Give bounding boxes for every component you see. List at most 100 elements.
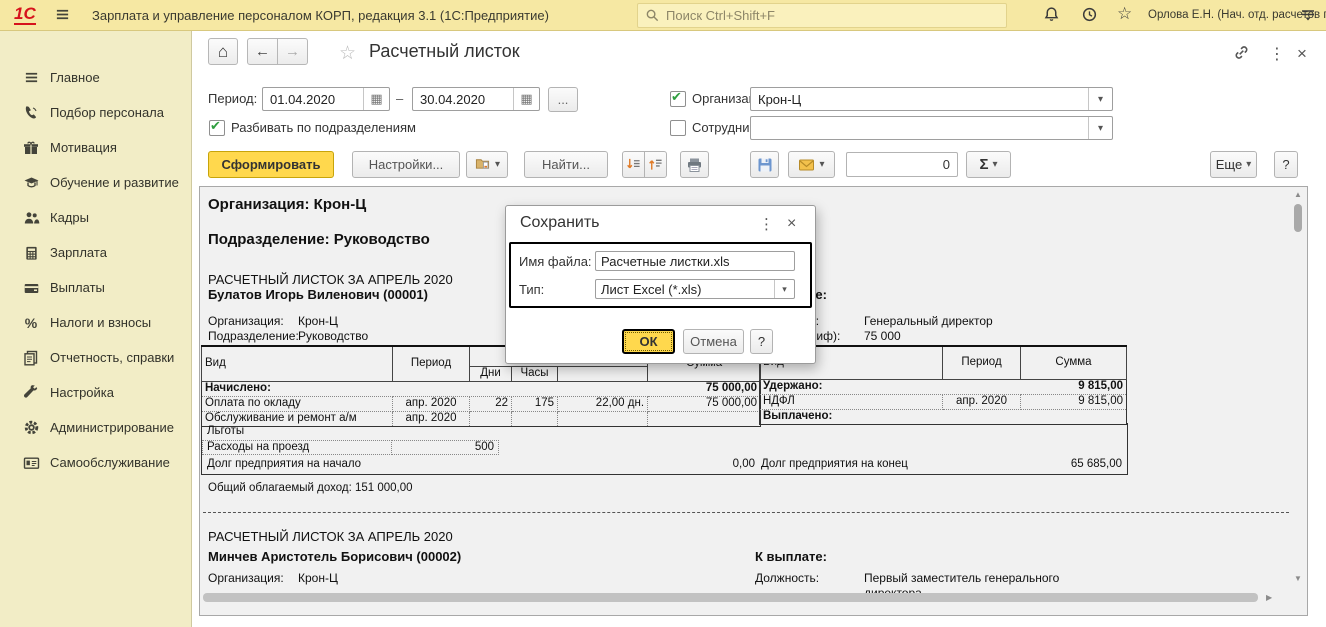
home-button[interactable]: ⌂ [208,38,238,65]
forward-arrow-icon: → [285,43,300,60]
scroll-down-icon[interactable]: ▼ [1294,574,1302,583]
payslip-org-value: Крон-Ц [298,314,338,328]
dialog-title: Сохранить [520,214,600,232]
date-from-field[interactable]: 01.04.2020 ▦ [262,87,390,111]
kebab-menu-icon[interactable]: ⋮ [1269,44,1285,64]
history-clock-icon[interactable] [1081,6,1098,28]
ok-button[interactable]: ОК [622,329,675,354]
save-report-button[interactable] [750,151,779,178]
save-variant-button[interactable]: ▾ [466,151,508,178]
top-bar: 1С Зарплата и управление персоналом КОРП… [0,0,1326,31]
forward-button[interactable]: → [277,38,308,65]
employee-value[interactable] [751,117,1088,139]
column-header: Вид [202,346,393,381]
envelope-icon [798,158,815,172]
sidebar-item-samoobsluzhivanie[interactable]: Самообслуживание [0,445,191,480]
organization-combo[interactable]: Крон-Ц ▾ [750,87,1113,111]
sidebar-item-kadry[interactable]: Кадры [0,200,191,235]
payslip-dept-value: Руководство [298,329,368,343]
period-more-button[interactable]: ... [548,87,578,112]
main-menu-icon[interactable] [54,7,71,27]
scroll-right-icon[interactable]: ▶ [1266,593,1272,602]
favorites-star-icon[interactable]: ☆ [1117,4,1132,24]
organization-value[interactable]: Крон-Ц [751,88,1088,110]
search-icon [645,8,660,23]
help-button[interactable]: ? [1274,151,1298,178]
cell: 9 815,00 [1021,379,1127,394]
cancel-button[interactable]: Отмена [683,329,744,354]
chevron-down-icon[interactable]: ▾ [1088,117,1112,139]
sidebar-item-obuchenie[interactable]: Обучение и развитие [0,165,191,200]
position-value: Генеральный директор [864,314,993,328]
settings-button[interactable]: Настройки... [352,151,460,178]
organization-checkbox[interactable]: ✔ [670,91,686,107]
vertical-scroll-thumb[interactable] [1294,204,1302,232]
calendar-icon[interactable]: ▦ [363,88,389,110]
position-label: Должность: [755,571,819,585]
horizontal-scrollbar[interactable]: ▶ [203,590,1285,604]
chevron-down-icon: ▾ [1246,159,1251,170]
sidebar-item-nastroika[interactable]: Настройка [0,375,191,410]
payslip-separator [203,512,1289,513]
cell: 75 000,00 [648,381,761,396]
window-menu-icon[interactable] [1300,6,1316,27]
period-label: Период: [208,91,257,106]
cell: 9 815,00 [1021,394,1127,409]
more-button[interactable]: Еще▾ [1210,151,1257,178]
employee-combo[interactable]: ▾ [750,116,1113,140]
date-to-field[interactable]: 30.04.2020 ▦ [412,87,540,111]
filetype-label: Тип: [519,282,544,297]
filetype-value[interactable]: Лист Excel (*.xls) [596,280,774,298]
generate-button[interactable]: Сформировать [208,151,334,178]
scroll-up-icon[interactable]: ▲ [1294,190,1302,199]
floppy-disk-icon [757,157,773,173]
global-search-box[interactable] [637,3,1007,28]
back-button[interactable]: ← [247,38,278,65]
date-to-value[interactable]: 30.04.2020 [413,88,513,110]
benefits-heading: Льготы [207,425,244,437]
find-button[interactable]: Найти... [524,151,608,178]
notifications-bell-icon[interactable] [1043,6,1060,28]
split-by-departments-checkbox[interactable]: ✔ [209,120,225,136]
sort-descending-button[interactable] [622,151,645,178]
print-button[interactable] [680,151,709,178]
sidebar-item-podbor-personala[interactable]: Подбор персонала [0,95,191,130]
calendar-icon[interactable]: ▦ [513,88,539,110]
close-form-icon[interactable]: × [1297,44,1307,64]
people-icon [21,210,41,226]
sort-ascending-button[interactable] [644,151,667,178]
chevron-down-icon[interactable]: ▾ [1088,88,1112,110]
link-icon[interactable] [1233,44,1250,66]
sidebar-item-label: Кадры [50,210,89,225]
filetype-select[interactable]: Лист Excel (*.xls) ▾ [595,279,795,299]
check-icon: ✔ [210,118,221,134]
vertical-scrollbar[interactable]: ▲ ▼ [1292,190,1304,588]
horizontal-scroll-thumb[interactable] [203,593,1258,602]
chevron-down-icon[interactable]: ▾ [495,159,500,170]
documents-icon [21,350,41,366]
sidebar-item-nalogi[interactable]: % Налоги и взносы [0,305,191,340]
dialog-help-button[interactable]: ? [750,329,773,354]
sidebar-item-zarplata[interactable]: Зарплата [0,235,191,270]
send-email-button[interactable]: ▾ [788,151,835,178]
employee-checkbox[interactable] [670,120,686,136]
date-from-value[interactable]: 01.04.2020 [263,88,363,110]
column-header: Сумма [1021,346,1127,379]
search-input[interactable] [664,7,968,24]
sidebar-item-motivatsiya[interactable]: Мотивация [0,130,191,165]
counter-field[interactable] [846,152,958,177]
chevron-down-icon[interactable]: ▾ [992,159,997,170]
sidebar-item-otchetnost[interactable]: Отчетность, справки [0,340,191,375]
filename-input[interactable] [595,251,795,271]
counter-input[interactable] [847,153,957,176]
sum-button[interactable]: Σ ▾ [966,151,1011,178]
kebab-menu-icon[interactable]: ⋮ [759,215,774,233]
sidebar-item-glavnoe[interactable]: Главное [0,60,191,95]
chevron-down-icon[interactable]: ▾ [819,159,824,170]
cell: Начислено: [202,381,648,396]
add-to-favorites-star-icon[interactable]: ☆ [339,42,356,65]
sidebar-item-administrirovanie[interactable]: Администрирование [0,410,191,445]
chevron-down-icon[interactable]: ▾ [774,280,794,298]
sidebar-item-vyplaty[interactable]: Выплаты [0,270,191,305]
close-dialog-icon[interactable]: × [787,215,796,233]
